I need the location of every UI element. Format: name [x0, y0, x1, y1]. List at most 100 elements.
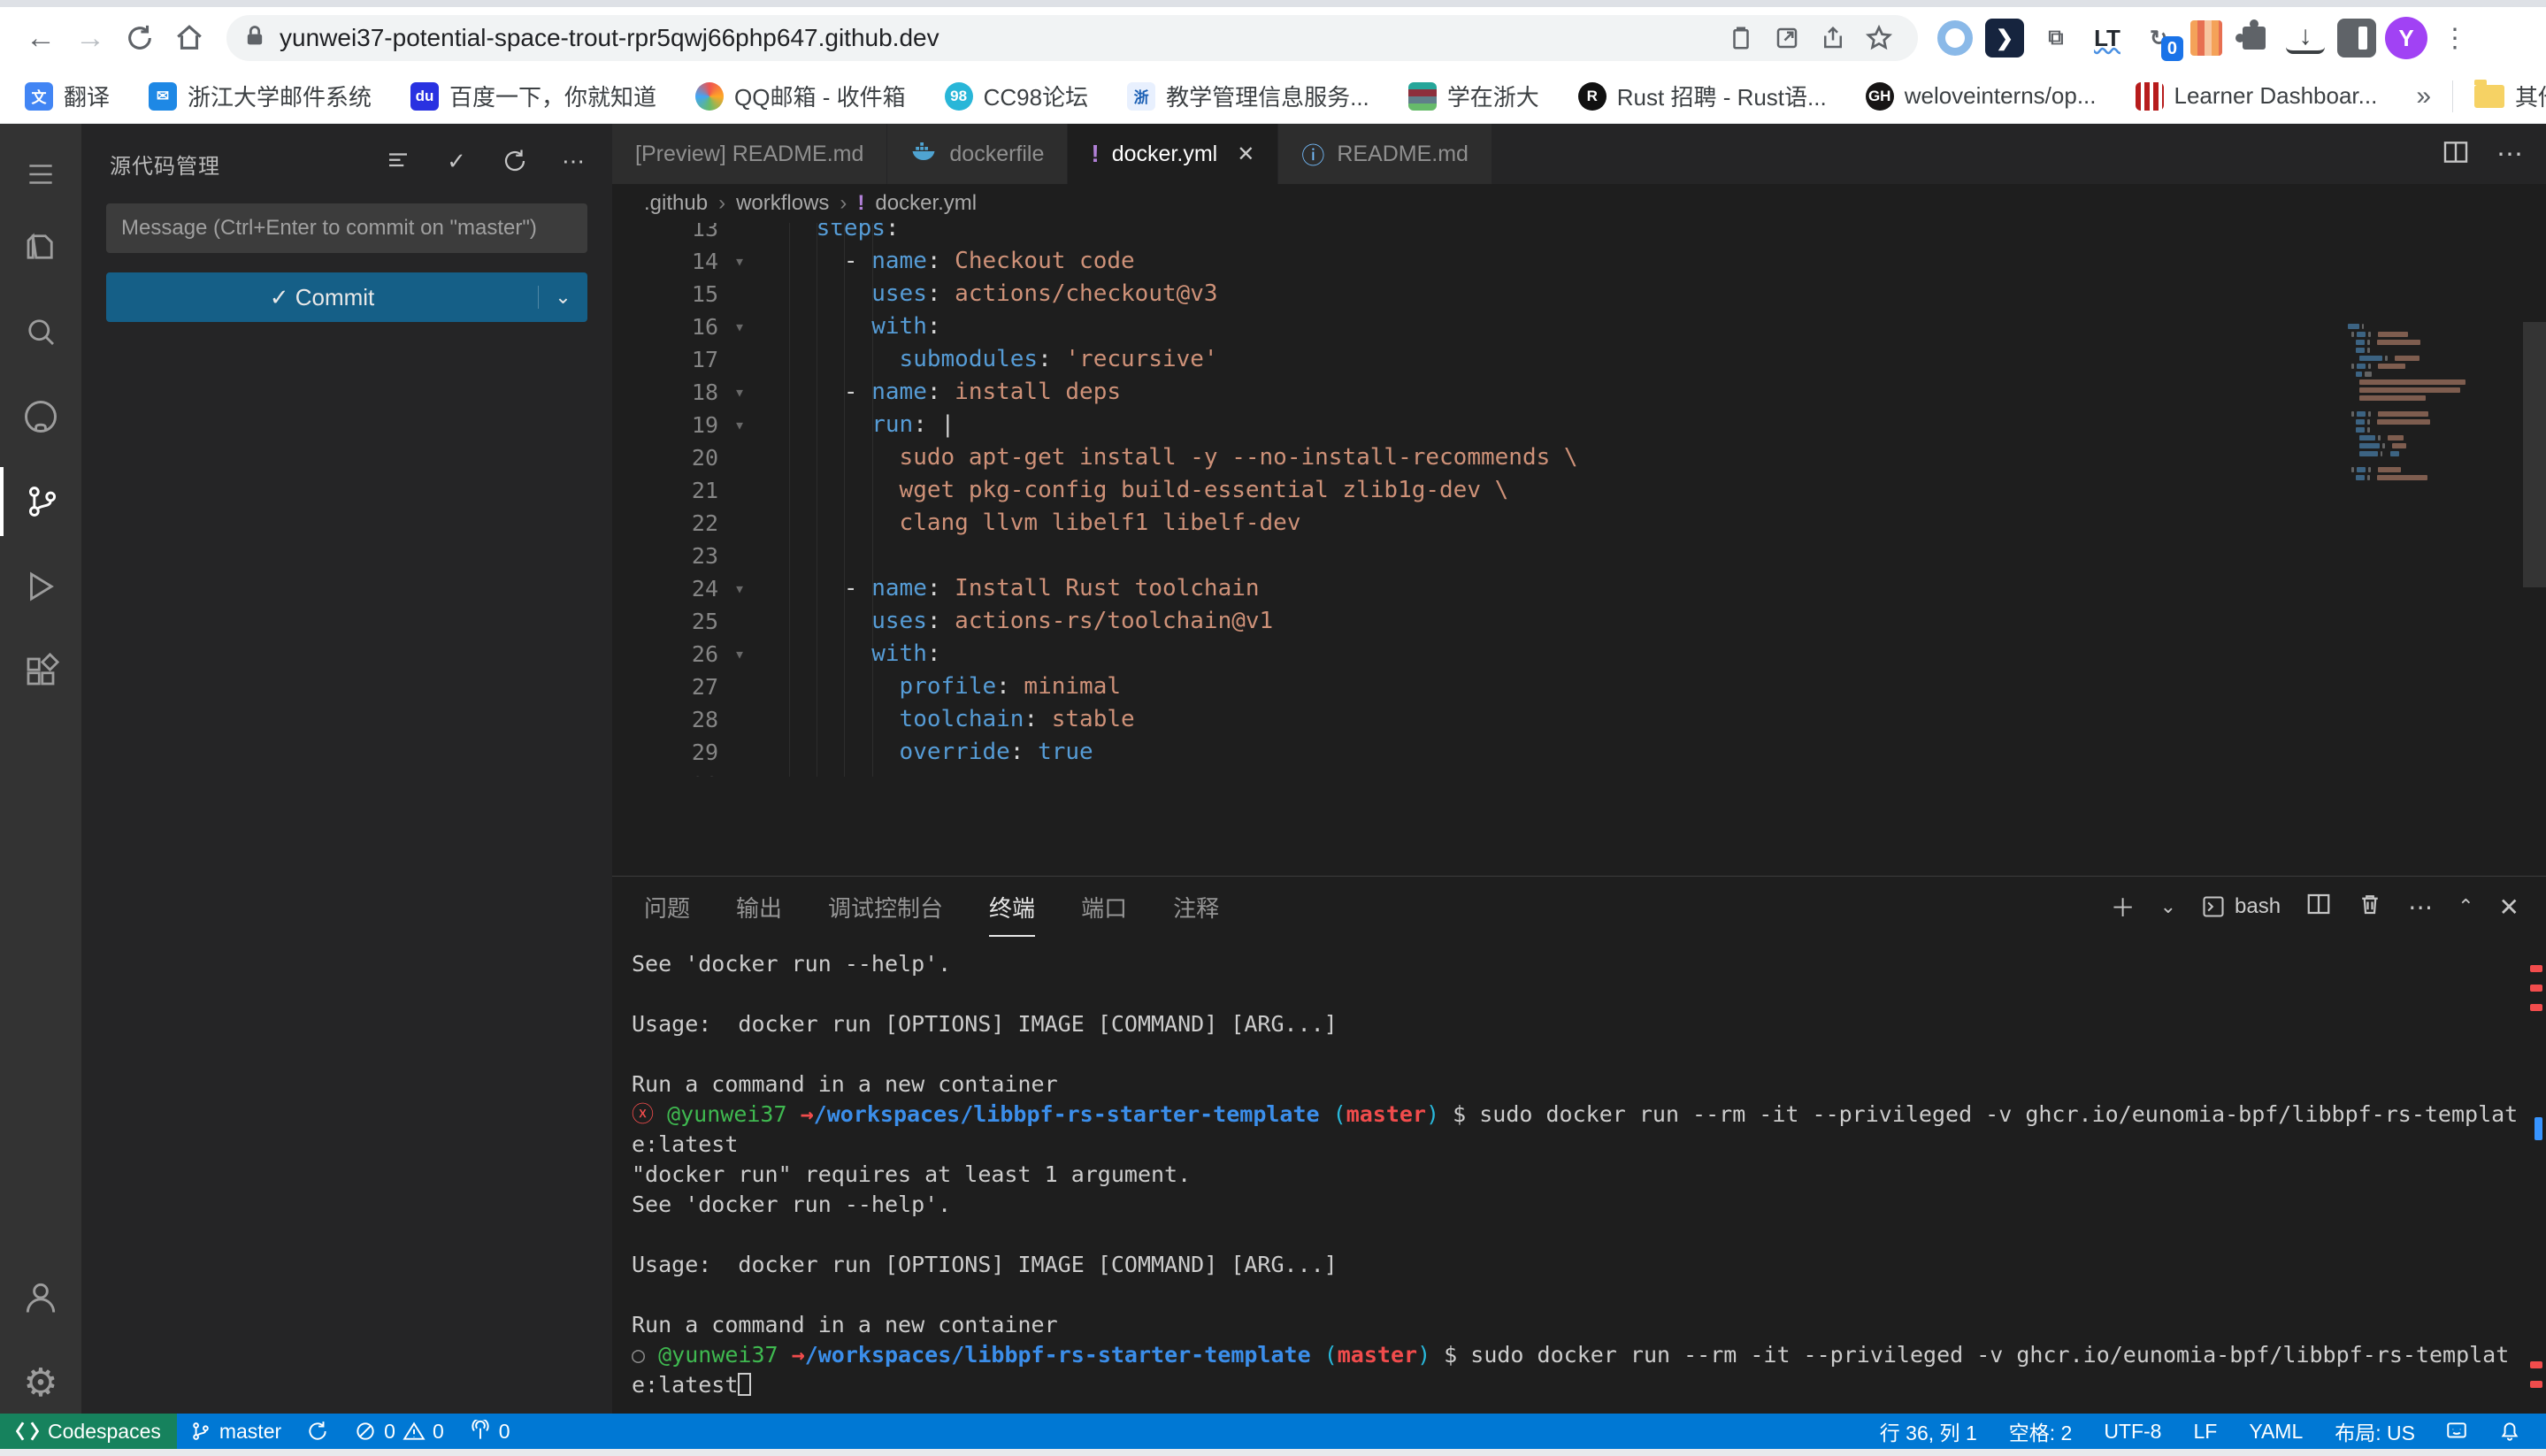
- panel-tab-注释[interactable]: 注释: [1173, 877, 1219, 937]
- tab-readme[interactable]: ⓘ README.md: [1278, 124, 1492, 184]
- browser-menu-icon[interactable]: ⋮: [2427, 23, 2482, 54]
- panel-tab-调试控制台[interactable]: 调试控制台: [828, 877, 943, 937]
- fold-chevron-icon[interactable]: ▾: [718, 409, 761, 441]
- bookmark-item[interactable]: du百度一下，你就知道: [410, 80, 656, 112]
- bookmark-item[interactable]: 98CC98论坛: [945, 80, 1088, 112]
- home-icon[interactable]: [165, 13, 214, 63]
- split-editor-icon[interactable]: [2442, 138, 2470, 171]
- tab-docker-yml[interactable]: ! docker.yml ✕: [1068, 124, 1278, 184]
- code-text: [761, 540, 2546, 572]
- fold-chevron-icon[interactable]: ▾: [718, 376, 761, 409]
- bookmark-star-icon[interactable]: [1856, 15, 1902, 61]
- editor-tabbar: [Preview] README.md dockerfile ! docker.…: [612, 124, 2546, 184]
- shield-extension-icon[interactable]: ❯: [1985, 19, 2024, 57]
- side-panel-icon[interactable]: [2337, 19, 2376, 57]
- bookmark-item[interactable]: Learner Dashboar...: [2136, 82, 2378, 111]
- panel-tab-问题[interactable]: 问题: [644, 877, 690, 937]
- panel-tab-端口[interactable]: 端口: [1081, 877, 1127, 937]
- fold-chevron-icon[interactable]: ▾: [718, 638, 761, 671]
- puzzle-extensions-icon[interactable]: [2235, 19, 2274, 57]
- languagetool-extension-icon[interactable]: LT: [2088, 19, 2127, 57]
- editor-scrollbar[interactable]: [2523, 322, 2546, 587]
- share-icon[interactable]: [1810, 15, 1856, 61]
- split-terminal-icon[interactable]: [2305, 891, 2332, 923]
- run-debug-icon[interactable]: [0, 552, 81, 621]
- new-terminal-icon[interactable]: ＋: [2111, 889, 2136, 924]
- commit-check-icon[interactable]: ✓: [439, 143, 474, 179]
- crayons-extension-icon[interactable]: [2190, 20, 2222, 56]
- bookmark-item[interactable]: 学在浙大: [1408, 80, 1539, 112]
- terminal-dropdown-icon[interactable]: ⌄: [2160, 895, 2176, 918]
- more-actions-icon[interactable]: ⋯: [556, 143, 591, 179]
- sync-indicator[interactable]: [294, 1414, 341, 1449]
- terminal-scrollbar-thumb[interactable]: [2534, 1117, 2542, 1140]
- minimap-line: [2337, 435, 2488, 441]
- download-icon[interactable]: ↓: [2286, 22, 2325, 54]
- open-in-window-icon[interactable]: [1764, 15, 1810, 61]
- browser-avatar[interactable]: Y: [2385, 17, 2427, 59]
- panel-more-icon[interactable]: ⋯: [2408, 893, 2433, 922]
- bookmark-item[interactable]: 文翻译: [25, 80, 110, 112]
- minimap[interactable]: [2337, 324, 2488, 678]
- commit-dropdown-chevron[interactable]: ⌄: [538, 286, 587, 309]
- ports-indicator[interactable]: 0: [456, 1414, 523, 1449]
- reload-icon[interactable]: [115, 13, 165, 63]
- bookmark-item[interactable]: QQ邮箱 - 收件箱: [695, 80, 906, 112]
- back-icon[interactable]: ←: [16, 13, 65, 63]
- status-item[interactable]: 空格: 2: [1997, 1414, 2085, 1449]
- remote-indicator[interactable]: Codespaces: [0, 1414, 177, 1449]
- other-bookmarks[interactable]: 其他书签: [2474, 80, 2546, 112]
- bookmark-item[interactable]: GHweloveinterns/op...: [1866, 82, 2097, 111]
- status-item[interactable]: YAML: [2236, 1414, 2315, 1449]
- bookmark-item[interactable]: RRust 招聘 - Rust语...: [1578, 80, 1827, 112]
- terminal[interactable]: See 'docker run --help'.Usage: docker ru…: [612, 937, 2519, 1414]
- maximize-panel-icon[interactable]: ⌃: [2458, 895, 2473, 918]
- status-item[interactable]: LF: [2181, 1414, 2229, 1449]
- tab-close-icon[interactable]: ✕: [1237, 142, 1254, 167]
- kill-terminal-trash-icon[interactable]: [2357, 891, 2383, 923]
- source-control-icon[interactable]: [0, 467, 81, 536]
- problems-indicator[interactable]: 0 0: [341, 1414, 456, 1449]
- pages-extension-icon[interactable]: ⧉: [2036, 19, 2075, 57]
- bookmarks-overflow-chevron[interactable]: »: [2416, 81, 2431, 111]
- code-editor[interactable]: 13 steps:14▾ - name: Checkout code15 use…: [612, 223, 2546, 777]
- forward-icon[interactable]: →: [65, 13, 115, 63]
- panel-tab-输出[interactable]: 输出: [736, 877, 782, 937]
- status-item[interactable]: UTF-8: [2091, 1414, 2174, 1449]
- settings-gear-icon[interactable]: ⚙: [0, 1348, 81, 1417]
- commit-message-input[interactable]: [106, 203, 587, 253]
- fold-chevron-icon[interactable]: ▾: [718, 310, 761, 343]
- refresh-icon[interactable]: [497, 143, 533, 179]
- commit-button[interactable]: ✓ Commit ⌄: [106, 272, 587, 322]
- search-icon[interactable]: [0, 297, 81, 366]
- panel-tab-终端[interactable]: 终端: [989, 877, 1035, 937]
- editor-more-icon[interactable]: ⋯: [2496, 139, 2523, 170]
- sync-extension-icon[interactable]: ↻0: [2139, 19, 2178, 57]
- account-icon[interactable]: [0, 1263, 81, 1332]
- notifications-bell-icon[interactable]: [2486, 1414, 2534, 1449]
- close-panel-icon[interactable]: ✕: [2499, 893, 2519, 922]
- menu-hamburger-icon[interactable]: [0, 140, 81, 209]
- feedback-icon[interactable]: [2433, 1414, 2481, 1449]
- status-item[interactable]: 布局: US: [2322, 1414, 2427, 1449]
- fold-chevron-icon[interactable]: ▾: [718, 245, 761, 278]
- fold-chevron-icon[interactable]: ▾: [718, 572, 761, 605]
- github-icon[interactable]: [0, 382, 81, 451]
- address-bar[interactable]: yunwei37-potential-space-trout-rpr5qwj66…: [226, 15, 1918, 61]
- send-to-device-icon[interactable]: [1718, 15, 1764, 61]
- status-item[interactable]: 行 36, 列 1: [1867, 1414, 1990, 1449]
- tabbar-actions: ⋯: [2442, 124, 2546, 184]
- shell-chip[interactable]: bash: [2201, 894, 2281, 919]
- extensions-icon[interactable]: [0, 637, 81, 706]
- minimap-line: [2337, 379, 2488, 385]
- url-text[interactable]: yunwei37-potential-space-trout-rpr5qwj66…: [280, 24, 1718, 52]
- breadcrumb[interactable]: .github › workflows › ! docker.yml: [612, 184, 2546, 223]
- bookmark-item[interactable]: ✉浙江大学邮件系统: [149, 80, 372, 112]
- view-as-list-icon[interactable]: [380, 143, 416, 179]
- explorer-icon[interactable]: [0, 212, 81, 281]
- bookmark-item[interactable]: 浙教学管理信息服务...: [1127, 80, 1369, 112]
- ring-extension-icon[interactable]: [1937, 20, 1973, 56]
- branch-indicator[interactable]: master: [177, 1414, 294, 1449]
- tab-dockerfile[interactable]: dockerfile: [887, 124, 1068, 184]
- tab-preview-readme[interactable]: [Preview] README.md: [612, 124, 887, 184]
